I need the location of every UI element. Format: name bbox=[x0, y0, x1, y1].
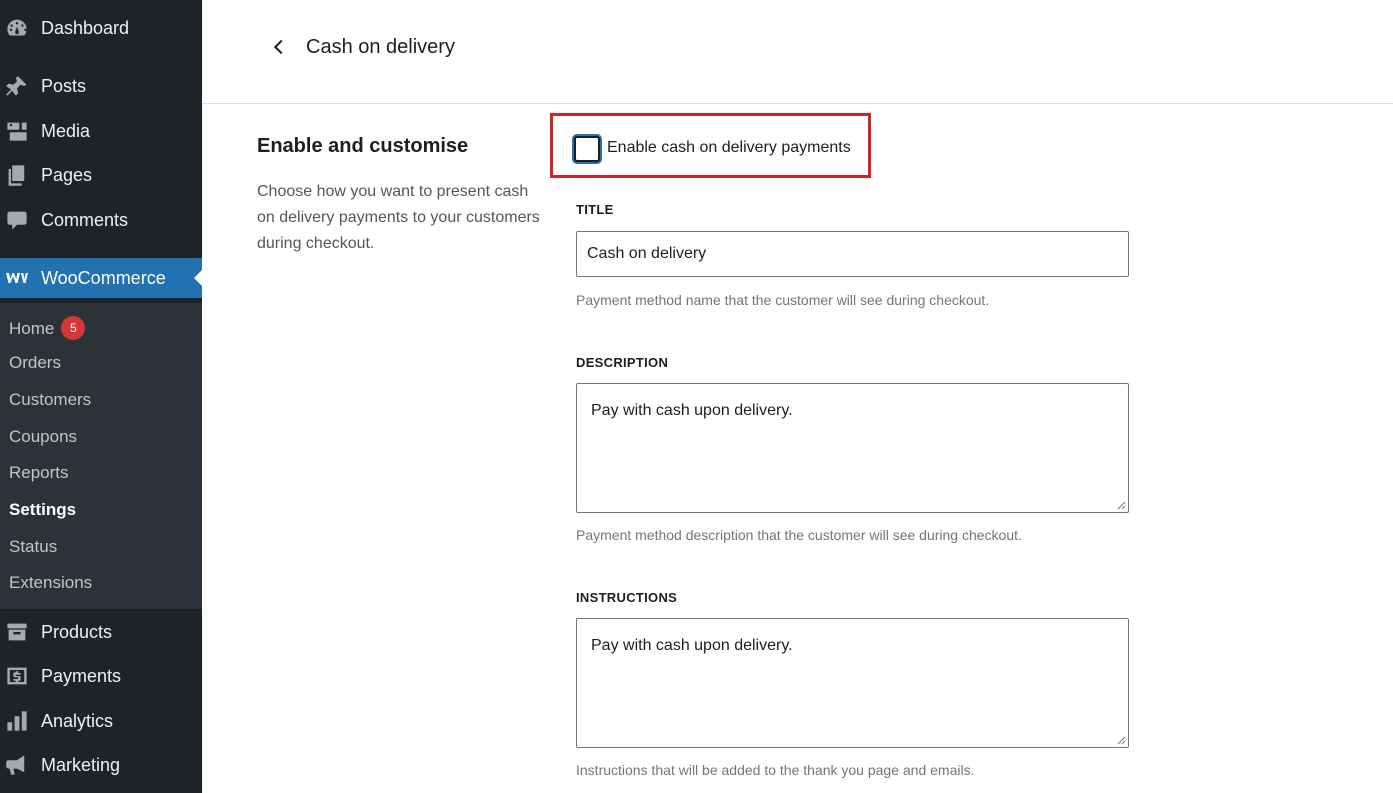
submenu-item-settings[interactable]: Settings bbox=[9, 500, 76, 520]
menu-item-dashboard[interactable]: Dashboard bbox=[0, 8, 202, 48]
submenu-item-status[interactable]: Status bbox=[9, 537, 57, 557]
submenu-label: Home bbox=[9, 319, 55, 338]
title-label: TITLE bbox=[576, 202, 614, 217]
title-input[interactable] bbox=[576, 231, 1129, 277]
submenu-item-coupons[interactable]: Coupons bbox=[9, 427, 77, 447]
chevron-left-icon bbox=[273, 39, 283, 55]
menu-item-analytics[interactable]: Analytics bbox=[0, 701, 202, 741]
archive-icon bbox=[5, 620, 29, 644]
submenu-item-customers[interactable]: Customers bbox=[9, 390, 91, 410]
payment-icon bbox=[5, 664, 29, 688]
menu-label: Analytics bbox=[41, 710, 114, 731]
menu-label: WooCommerce bbox=[41, 267, 166, 288]
resize-handle-icon[interactable] bbox=[1116, 735, 1126, 745]
menu-label: Media bbox=[41, 120, 91, 141]
page-title: Cash on delivery bbox=[306, 36, 455, 58]
back-button[interactable] bbox=[268, 36, 290, 58]
instructions-textarea[interactable]: Pay with cash upon delivery. bbox=[576, 618, 1129, 748]
menu-item-comments[interactable]: Comments bbox=[0, 200, 202, 240]
menu-label: Posts bbox=[41, 75, 87, 96]
submenu-item-extensions[interactable]: Extensions bbox=[9, 573, 92, 593]
menu-label: Pages bbox=[41, 164, 93, 185]
menu-item-woocommerce[interactable]: WooCommerce bbox=[0, 258, 202, 298]
dashboard-icon bbox=[5, 16, 29, 40]
section-description: Choose how you want to present cash on d… bbox=[257, 183, 540, 252]
woocommerce-submenu: Home 5 Orders Customers Coupons Reports S… bbox=[0, 303, 202, 609]
page-header: Cash on delivery bbox=[202, 0, 1393, 104]
resize-handle-icon[interactable] bbox=[1116, 500, 1126, 510]
menu-label: Dashboard bbox=[41, 17, 130, 38]
menu-label: Marketing bbox=[41, 754, 121, 775]
active-indicator bbox=[194, 270, 202, 286]
menu-item-media[interactable]: Media bbox=[0, 111, 202, 151]
pages-icon bbox=[5, 163, 29, 187]
enable-checkbox-label[interactable]: Enable cash on delivery payments bbox=[607, 139, 851, 157]
admin-sidebar: Dashboard Posts Media Pages Comments Woo… bbox=[0, 0, 202, 793]
menu-item-posts[interactable]: Posts bbox=[0, 66, 202, 106]
media-icon bbox=[5, 119, 29, 143]
pin-icon bbox=[5, 74, 29, 98]
menu-item-products[interactable]: Products bbox=[0, 612, 202, 652]
title-help-text: Payment method name that the customer wi… bbox=[576, 292, 990, 308]
enable-checkbox[interactable] bbox=[574, 136, 600, 162]
comment-icon bbox=[5, 208, 29, 232]
section-heading: Enable and customise bbox=[257, 135, 469, 157]
notification-badge: 5 bbox=[61, 316, 86, 340]
description-help-text: Payment method description that the cust… bbox=[576, 527, 1022, 543]
menu-item-marketing[interactable]: Marketing bbox=[0, 745, 202, 785]
menu-label: Comments bbox=[41, 209, 129, 230]
menu-item-pages[interactable]: Pages bbox=[0, 155, 202, 195]
woocommerce-icon bbox=[5, 266, 29, 290]
submenu-item-orders[interactable]: Orders bbox=[9, 353, 61, 373]
description-textarea[interactable]: Pay with cash upon delivery. bbox=[576, 383, 1129, 513]
instructions-help-text: Instructions that will be added to the t… bbox=[576, 762, 975, 778]
menu-label: Products bbox=[41, 621, 113, 642]
submenu-item-reports[interactable]: Reports bbox=[9, 463, 69, 483]
menu-label: Payments bbox=[41, 665, 122, 686]
bar-chart-icon bbox=[5, 709, 29, 733]
megaphone-icon bbox=[5, 753, 29, 777]
menu-item-payments[interactable]: Payments bbox=[0, 656, 202, 696]
submenu-item-home[interactable]: Home 5 bbox=[9, 316, 86, 340]
description-label: DESCRIPTION bbox=[576, 355, 669, 370]
instructions-label: INSTRUCTIONS bbox=[576, 590, 678, 605]
